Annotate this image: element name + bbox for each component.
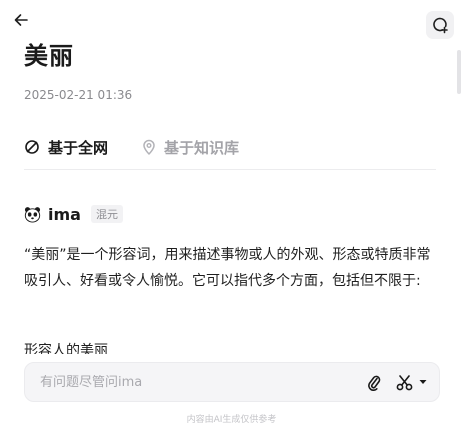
screenshot-options-button[interactable]: [417, 370, 429, 394]
answer-author: ima 混元: [24, 204, 123, 224]
page-title: 美丽: [24, 42, 74, 70]
back-button[interactable]: [10, 9, 32, 31]
caret-down-icon: [419, 380, 427, 384]
author-name: ima: [48, 204, 81, 224]
screenshot-button[interactable]: [393, 370, 415, 394]
ai-disclaimer: 内容由AI生成仅供参考: [186, 415, 277, 425]
answer-next-line: 形容人的美丽: [24, 343, 108, 354]
scissors-icon: [396, 374, 412, 390]
paperclip-icon: [368, 375, 381, 391]
new-chat-button[interactable]: [426, 11, 454, 39]
arrow-left-icon: [14, 14, 28, 26]
location-pin-icon: [143, 139, 155, 155]
source-tabs: 基于全网 基于知识库: [24, 136, 436, 170]
question-input[interactable]: [40, 374, 363, 390]
tab-web-label: 基于全网: [48, 138, 109, 157]
model-badge: 混元: [90, 205, 123, 223]
composer: [24, 362, 440, 402]
answer-paragraph: “美丽”是一个形容词，用来描述事物或人的外观、形态或特质非常吸引人、好看或令人愉…: [24, 247, 431, 289]
attach-button[interactable]: [363, 370, 385, 394]
tab-knowledge-base-label: 基于知识库: [164, 138, 240, 157]
chat-plus-icon: [433, 17, 448, 34]
tab-web[interactable]: 基于全网: [24, 136, 108, 158]
scrollbar-thumb[interactable]: [457, 50, 461, 94]
globe-slash-icon: [25, 140, 39, 154]
tab-knowledge-base[interactable]: 基于知识库: [142, 136, 239, 158]
timestamp: 2025-02-21 01:36: [24, 88, 133, 102]
panda-icon: [24, 206, 41, 223]
